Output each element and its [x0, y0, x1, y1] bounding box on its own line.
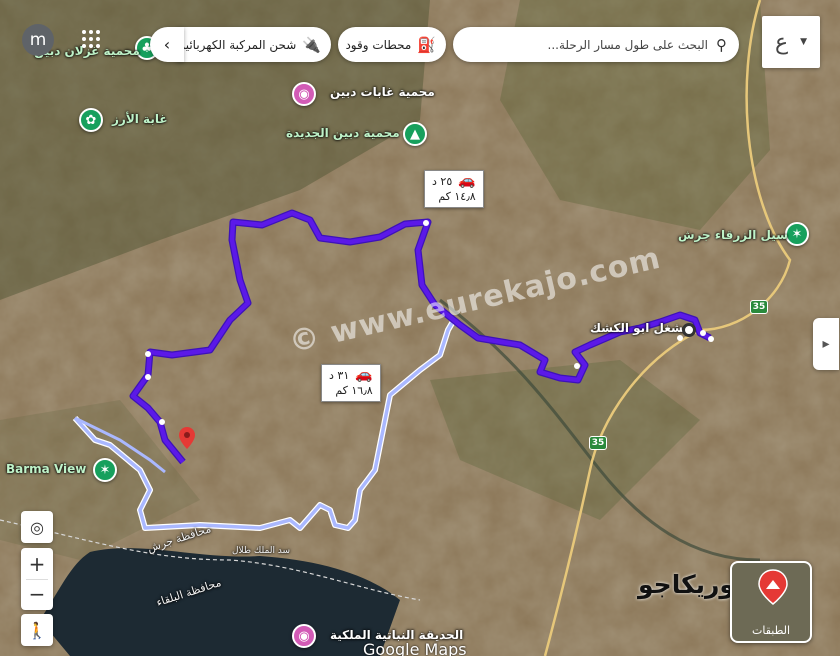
search-input[interactable]: البحث على طول مسار الرحلة...	[465, 38, 708, 52]
search-icon[interactable]: ⚲	[716, 36, 727, 54]
place-label[interactable]: سيل الزرقاء جرش	[678, 228, 788, 242]
side-panel-toggle-button[interactable]: ▸	[813, 318, 839, 370]
destination-pin-icon[interactable]	[179, 427, 195, 449]
chip-label: شحن المركبة الكهربائية	[179, 37, 297, 52]
chips-scroll-left-button[interactable]: ‹	[150, 27, 184, 62]
route-info-alternate[interactable]: ٣١ د 🚗 ١٦٫٨ كم	[321, 364, 381, 402]
layers-button[interactable]: الطبقات	[730, 561, 812, 643]
ev-charging-chip[interactable]: 🔌 شحن المركبة الكهربائية	[176, 27, 331, 62]
origin-label[interactable]: مشغل ابو الكشك	[590, 321, 691, 335]
place-label[interactable]: Barma View	[6, 462, 86, 476]
brand-text: يوريكاجو	[638, 570, 745, 599]
zoom-in-button[interactable]: +	[29, 549, 46, 579]
hiking-icon[interactable]: ✶	[93, 458, 117, 482]
my-location-button[interactable]: ◎	[21, 511, 53, 543]
language-dropdown[interactable]: ع ▼	[762, 16, 820, 68]
camera-icon[interactable]: ◉	[292, 82, 316, 106]
ev-charger-icon: 🔌	[302, 35, 321, 54]
chip-label: محطات وقود	[345, 37, 412, 52]
search-bar[interactable]: ⚲ البحث على طول مسار الرحلة...	[453, 27, 739, 62]
layers-label: الطبقات	[751, 624, 791, 637]
place-label[interactable]: غابة الأرز	[112, 112, 168, 126]
water-label: سد الملك طلال	[232, 546, 291, 556]
camera-icon[interactable]: ◉	[292, 624, 316, 648]
place-label[interactable]: محمية دبين الجديدة	[286, 126, 400, 140]
zoom-controls: + −	[21, 548, 53, 610]
google-maps-attribution: Google Maps	[363, 640, 467, 656]
car-icon: 🚗	[458, 173, 476, 189]
fuel-pump-icon: ⛽	[417, 35, 436, 54]
street-view-pegman-icon[interactable]: 🚶	[21, 614, 53, 646]
tree-icon[interactable]: ▲	[403, 122, 427, 146]
park-icon[interactable]: ✿	[79, 108, 103, 132]
account-avatar[interactable]: m	[22, 24, 54, 56]
place-label[interactable]: محمية غابات دبين	[330, 85, 435, 99]
car-icon: 🚗	[355, 367, 373, 383]
origin-marker-icon[interactable]	[682, 323, 696, 337]
fuel-stations-chip[interactable]: ⛽ محطات وقود	[338, 27, 446, 62]
route-distance: ١٤٫٨ كم	[438, 190, 476, 203]
road-35-shield: 35	[750, 300, 768, 314]
route-time: ٢٥ د	[432, 175, 453, 188]
route-time: ٣١ د	[329, 369, 350, 382]
route-distance: ١٦٫٨ كم	[335, 384, 373, 397]
dropdown-arrow-icon: ▼	[800, 37, 808, 47]
hiking-icon[interactable]: ✶	[785, 222, 809, 246]
brand-logo-icon	[758, 569, 788, 605]
route-info-primary[interactable]: ٢٥ د 🚗 ١٤٫٨ كم	[424, 170, 484, 208]
zoom-out-button[interactable]: −	[29, 580, 46, 610]
language-label: ع	[774, 29, 789, 55]
apps-grid-icon[interactable]	[82, 30, 100, 48]
road-35-shield: 35	[589, 436, 607, 450]
